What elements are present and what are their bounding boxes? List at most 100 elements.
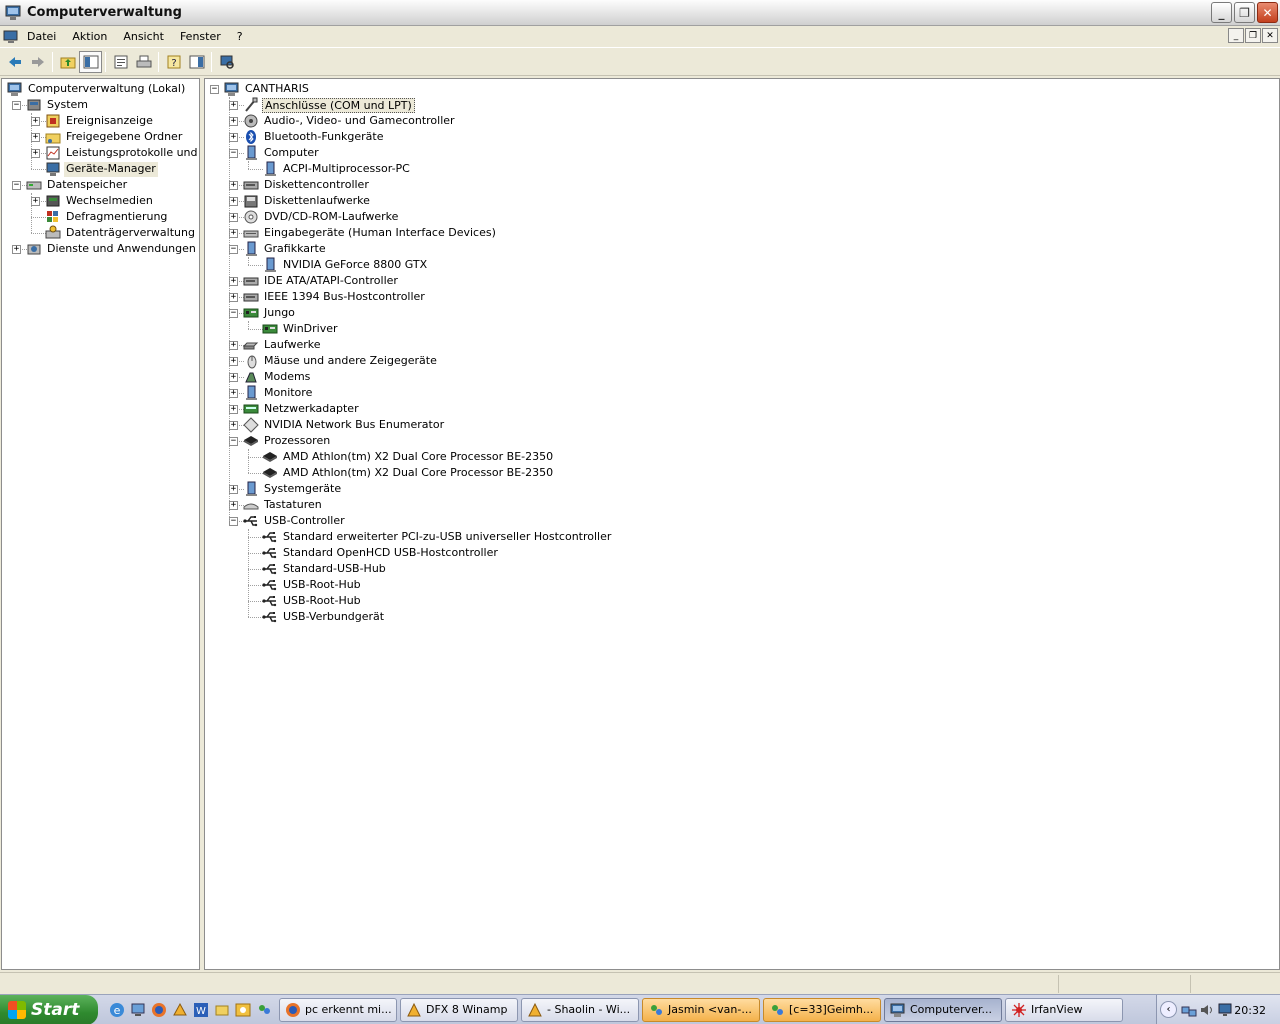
- tree-item-datentra-gerverwaltung[interactable]: Datenträgerverwaltung: [45, 225, 197, 241]
- device-nvidia-geforce-8800-gtx[interactable]: NVIDIA GeForce 8800 GTX: [262, 257, 429, 273]
- device-standard-erweiterter-pci-zu-usb-universe[interactable]: Standard erweiterter PCI-zu-USB universe…: [262, 529, 613, 545]
- device-diskettenlaufwerke[interactable]: Diskettenlaufwerke: [243, 193, 372, 209]
- taskbar-button-pc-erkennt-mi[interactable]: pc erkennt mi...: [279, 997, 397, 1022]
- device-standard-usb-hub[interactable]: Standard-USB-Hub: [262, 561, 388, 577]
- taskbar-button-c-33-geimh[interactable]: [c=33]Geimh...: [763, 997, 881, 1022]
- device-eingabegera-te-human-interface-devices[interactable]: Eingabegeräte (Human Interface Devices): [243, 225, 498, 241]
- device-modems[interactable]: Modems: [243, 369, 312, 385]
- firefox-icon[interactable]: [150, 1001, 168, 1019]
- collapse-toggle[interactable]: −: [229, 309, 238, 318]
- device-nvidia-network-bus-enumerator[interactable]: NVIDIA Network Bus Enumerator: [243, 417, 446, 433]
- device-usb-root-hub[interactable]: USB-Root-Hub: [262, 593, 363, 609]
- menu-ansicht[interactable]: Ansicht: [115, 30, 172, 43]
- menu-datei[interactable]: Datei: [19, 30, 64, 43]
- device-bluetooth-funkgera-te[interactable]: Bluetooth-Funkgeräte: [243, 129, 386, 145]
- explorer-icon[interactable]: [213, 1001, 231, 1019]
- device-monitore[interactable]: Monitore: [243, 385, 314, 401]
- expand-toggle[interactable]: +: [229, 229, 238, 238]
- tree-item-ereignisanzeige[interactable]: Ereignisanzeige: [45, 113, 155, 129]
- outlook-icon[interactable]: [234, 1001, 252, 1019]
- tree-item-freigegebene-ordner[interactable]: Freigegebene Ordner: [45, 129, 184, 145]
- minimize-button[interactable]: _: [1211, 2, 1232, 23]
- device-jungo[interactable]: Jungo: [243, 305, 297, 321]
- mdi-computer-icon[interactable]: [3, 30, 19, 44]
- properties-button[interactable]: [109, 51, 132, 73]
- expand-toggle[interactable]: +: [229, 293, 238, 302]
- back-button[interactable]: [3, 51, 26, 73]
- device-prozessoren[interactable]: Prozessoren: [243, 433, 332, 449]
- expand-toggle[interactable]: +: [229, 485, 238, 494]
- device-windriver[interactable]: WinDriver: [262, 321, 340, 337]
- tree-item-system[interactable]: System: [26, 97, 90, 113]
- mdi-close-button[interactable]: ✕: [1262, 28, 1278, 43]
- mdi-minimize-button[interactable]: _: [1228, 28, 1244, 43]
- network-icon[interactable]: [1181, 1002, 1197, 1018]
- expand-toggle[interactable]: +: [229, 101, 238, 110]
- tree-item-wechselmedien[interactable]: Wechselmedien: [45, 193, 155, 209]
- menu-fenster[interactable]: Fenster: [172, 30, 229, 43]
- expand-toggle[interactable]: +: [229, 341, 238, 350]
- device-audio-video-und-gamecontroller[interactable]: Audio-, Video- und Gamecontroller: [243, 113, 457, 129]
- winamp-icon[interactable]: [171, 1001, 189, 1019]
- expand-toggle[interactable]: +: [229, 181, 238, 190]
- taskbar-button-computerver[interactable]: Computerver...: [884, 997, 1002, 1022]
- tree-item-datenspeicher[interactable]: Datenspeicher: [26, 177, 129, 193]
- device-netzwerkadapter[interactable]: Netzwerkadapter: [243, 401, 361, 417]
- device-standard-openhcd-usb-hostcontroller[interactable]: Standard OpenHCD USB-Hostcontroller: [262, 545, 500, 561]
- device-usb-root-hub[interactable]: USB-Root-Hub: [262, 577, 363, 593]
- expand-toggle[interactable]: +: [229, 357, 238, 366]
- expand-toggle[interactable]: +: [229, 421, 238, 430]
- expand-toggle[interactable]: +: [229, 389, 238, 398]
- mdi-restore-button[interactable]: ❐: [1245, 28, 1261, 43]
- menu-help[interactable]: ?: [229, 30, 251, 43]
- device-ieee-1394-bus-hostcontroller[interactable]: IEEE 1394 Bus-Hostcontroller: [243, 289, 427, 305]
- clock[interactable]: 20:32: [1234, 1004, 1266, 1017]
- collapse-toggle[interactable]: −: [210, 85, 219, 94]
- expand-toggle[interactable]: +: [31, 117, 40, 126]
- device-laufwerke[interactable]: Laufwerke: [243, 337, 323, 353]
- device-computer[interactable]: Computer: [243, 145, 321, 161]
- print-button[interactable]: [132, 51, 155, 73]
- expand-toggle[interactable]: +: [12, 245, 21, 254]
- volume-icon[interactable]: [1199, 1002, 1215, 1018]
- expand-toggle[interactable]: +: [229, 373, 238, 382]
- menu-aktion[interactable]: Aktion: [64, 30, 115, 43]
- display-icon[interactable]: [1217, 1002, 1233, 1018]
- taskbar-button-shaolin-wi[interactable]: - Shaolin - Wi...: [521, 997, 639, 1022]
- show-hide-tree-button[interactable]: [79, 50, 102, 73]
- device-ide-ata-atapi-controller[interactable]: IDE ATA/ATAPI-Controller: [243, 273, 400, 289]
- collapse-toggle[interactable]: −: [229, 517, 238, 526]
- device-acpi-multiprocessor-pc[interactable]: ACPI-Multiprocessor-PC: [262, 161, 412, 177]
- word-icon[interactable]: W: [192, 1001, 210, 1019]
- expand-toggle[interactable]: +: [31, 133, 40, 142]
- tree-item-dienste-und-anwendungen[interactable]: Dienste und Anwendungen: [26, 241, 198, 257]
- expand-toggle[interactable]: +: [229, 133, 238, 142]
- show-hidden-icons-button[interactable]: ‹: [1160, 1001, 1177, 1018]
- tree-item-defragmentierung[interactable]: Defragmentierung: [45, 209, 169, 225]
- close-button[interactable]: ✕: [1257, 2, 1278, 23]
- device-cantharis[interactable]: CANTHARIS: [224, 81, 311, 97]
- collapse-toggle[interactable]: −: [229, 245, 238, 254]
- console-tree-pane[interactable]: Computerverwaltung (Lokal) − System + Ereign…: [1, 78, 200, 970]
- device-usb-controller[interactable]: USB-Controller: [243, 513, 347, 529]
- start-button[interactable]: Start: [0, 994, 98, 1024]
- taskbar-button-irfanview[interactable]: IrfanView: [1005, 997, 1123, 1022]
- device-grafikkarte[interactable]: Grafikkarte: [243, 241, 328, 257]
- expand-toggle[interactable]: +: [229, 405, 238, 414]
- device-anschlu-sse-com-und-lpt[interactable]: Anschlüsse (COM und LPT): [243, 97, 415, 113]
- collapse-toggle[interactable]: −: [12, 181, 21, 190]
- expand-toggle[interactable]: +: [31, 149, 40, 158]
- details-view-button[interactable]: [185, 51, 208, 73]
- title-bar[interactable]: Computerverwaltung _ ❐ ✕: [0, 0, 1280, 26]
- ie-icon[interactable]: e: [108, 1001, 126, 1019]
- expand-toggle[interactable]: +: [229, 197, 238, 206]
- tree-item-gera-te-manager[interactable]: Geräte-Manager: [45, 161, 158, 177]
- tree-item-leistungsprotokolle-und-warnungen[interactable]: Leistungsprotokolle und Warnungen: [45, 145, 199, 161]
- expand-toggle[interactable]: +: [229, 277, 238, 286]
- expand-toggle[interactable]: +: [229, 213, 238, 222]
- taskbar-button-jasmin-van[interactable]: Jasmin <van-...: [642, 997, 760, 1022]
- device-usb-verbundgera-t[interactable]: USB-Verbundgerät: [262, 609, 386, 625]
- collapse-toggle[interactable]: −: [229, 437, 238, 446]
- up-level-button[interactable]: [56, 51, 79, 73]
- device-diskettencontroller[interactable]: Diskettencontroller: [243, 177, 371, 193]
